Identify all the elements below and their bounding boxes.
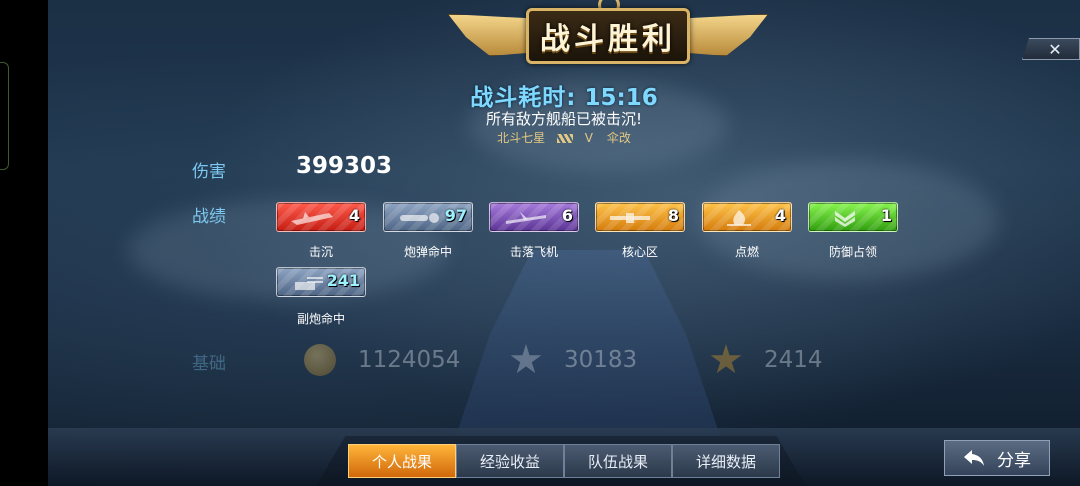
badge-count: 6 bbox=[561, 206, 573, 225]
chevron-icon bbox=[835, 211, 855, 227]
badge-count: 241 bbox=[326, 271, 360, 290]
victory-title: 战斗胜利 bbox=[540, 22, 676, 57]
base-label: 基础 bbox=[192, 354, 226, 374]
badge-count: 8 bbox=[667, 206, 679, 225]
sinking-ship-icon bbox=[291, 212, 333, 225]
ship-class: 伞改 bbox=[606, 131, 631, 145]
coin-icon bbox=[304, 344, 336, 376]
plane-icon bbox=[506, 212, 546, 224]
damage-value: 399303 bbox=[296, 153, 393, 179]
base-rank-value: 2414 bbox=[764, 347, 823, 373]
close-icon: ✕ bbox=[1048, 39, 1062, 59]
damage-label: 伤害 bbox=[192, 162, 226, 182]
battle-result-screen: 战斗胜利 ✕ 战斗耗时: 15:16 所有敌方舰船已被击沉! 北斗七星 V 伞改… bbox=[48, 0, 1080, 486]
tab-exp-gain[interactable]: 经验收益 bbox=[456, 444, 564, 478]
badge-label: 炮弹命中 bbox=[403, 245, 452, 259]
badge-label: 防御占领 bbox=[828, 245, 877, 259]
base-exp: 30183 bbox=[510, 344, 637, 376]
battle-duration: 战斗耗时: 15:16 bbox=[48, 78, 1080, 112]
badge-label: 击沉 bbox=[308, 245, 333, 259]
share-arrow-icon bbox=[964, 450, 984, 466]
tab-detailed-data[interactable]: 详细数据 bbox=[672, 444, 780, 478]
achievement-badge-fire[interactable]: 4 bbox=[702, 202, 792, 232]
share-label: 分享 bbox=[997, 450, 1031, 471]
result-message: 所有敌方舰船已被击沉! bbox=[485, 110, 642, 128]
badge-label: 副炮命中 bbox=[296, 312, 345, 326]
badge-count: 97 bbox=[444, 206, 467, 225]
victory-plaque: 战斗胜利 bbox=[526, 8, 690, 64]
achievement-badge-shell-hits[interactable]: 97 bbox=[383, 202, 473, 232]
badge-label: 点燃 bbox=[734, 245, 759, 259]
tab-team-results[interactable]: 队伍战果 bbox=[564, 444, 672, 478]
badge-label: 击落飞机 bbox=[509, 245, 558, 259]
tab-personal-results[interactable]: 个人战果 bbox=[348, 444, 456, 478]
device-bezel bbox=[0, 0, 48, 486]
ship-name: 北斗七星 bbox=[497, 131, 546, 145]
victory-banner: 战斗胜利 bbox=[448, 0, 768, 80]
share-button[interactable]: 分享 bbox=[944, 440, 1050, 476]
base-silver: 1124054 bbox=[304, 344, 460, 376]
ship-tier: V bbox=[584, 131, 594, 145]
badge-count: 4 bbox=[774, 206, 786, 225]
achievements-label: 战绩 bbox=[192, 207, 226, 227]
base-rank: 2414 bbox=[710, 344, 823, 376]
base-exp-value: 30183 bbox=[564, 347, 638, 373]
torpedo-icon bbox=[610, 213, 650, 223]
badge-count: 1 bbox=[880, 206, 892, 225]
achievement-badge-secondary-hits[interactable]: 241 bbox=[276, 267, 366, 297]
fire-icon bbox=[727, 210, 751, 226]
ship-info: 北斗七星 V 伞改 bbox=[48, 129, 1080, 146]
achievement-badge-citadel[interactable]: 8 bbox=[595, 202, 685, 232]
rank-chevron-icon bbox=[556, 134, 573, 143]
achievement-badge-defense[interactable]: 1 bbox=[808, 202, 898, 232]
achievement-badge-sink[interactable]: 4 bbox=[276, 202, 366, 232]
star-icon bbox=[510, 344, 542, 374]
rank-star-icon bbox=[710, 344, 742, 374]
badge-label: 核心区 bbox=[621, 245, 658, 259]
achievement-badge-planes[interactable]: 6 bbox=[489, 202, 579, 232]
bezel-notch bbox=[0, 62, 9, 170]
close-button[interactable]: ✕ bbox=[1022, 38, 1080, 60]
badge-count: 4 bbox=[348, 206, 360, 225]
shell-icon bbox=[400, 213, 439, 223]
base-silver-value: 1124054 bbox=[358, 347, 461, 373]
